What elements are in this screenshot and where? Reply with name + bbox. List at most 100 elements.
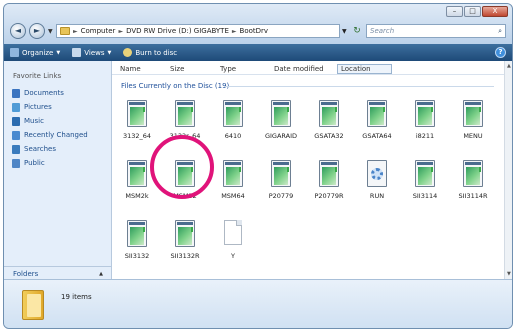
application-icon [223, 100, 243, 127]
burn-label: Burn to disc [135, 48, 178, 57]
file-name: MENU [463, 132, 483, 140]
maximize-button[interactable]: □ [464, 6, 481, 17]
sidebar-item-searches[interactable]: Searches [12, 142, 88, 156]
burn-to-disc-button[interactable]: Burn to disc [123, 48, 177, 57]
file-item-sii3132r[interactable]: SII3132R [163, 217, 207, 267]
folder-icon [60, 27, 70, 35]
breadcrumb-separator-icon[interactable]: ► [73, 28, 78, 35]
recent-pages-chevron-icon[interactable]: ▼ [48, 28, 53, 35]
application-icon [367, 100, 387, 127]
sidebar-item-label: Recently Changed [24, 131, 88, 139]
column-header-location[interactable]: Location [337, 64, 392, 74]
application-icon [415, 160, 435, 187]
search-placeholder: Search [370, 27, 395, 35]
sidebar-item-label: Pictures [24, 103, 52, 111]
file-item-6410[interactable]: 6410 [211, 97, 255, 147]
file-item-sii3114r[interactable]: SII3114R [451, 157, 495, 207]
vertical-scrollbar[interactable]: ▲ ▼ [504, 61, 512, 279]
file-item-gsata64[interactable]: GSATA64 [355, 97, 399, 147]
application-icon [319, 100, 339, 127]
file-item-sii3114[interactable]: SII3114 [403, 157, 447, 207]
file-item-msm64[interactable]: MSM64 [211, 157, 255, 207]
organize-icon [10, 48, 19, 57]
column-header-type[interactable]: Type [220, 65, 236, 73]
folders-label: Folders [13, 269, 39, 278]
file-list-pane: Name Size Type Date modified Location Fi… [112, 61, 512, 279]
sidebar-item-public[interactable]: Public [12, 156, 88, 170]
application-icon [319, 160, 339, 187]
views-icon [72, 48, 82, 57]
file-item-menu[interactable]: MENU [451, 97, 495, 147]
folders-toggle[interactable]: Folders ▲ [4, 266, 112, 280]
breadcrumb-computer[interactable]: Computer [81, 27, 116, 35]
application-icon [175, 160, 195, 187]
file-item-msm32[interactable]: MSM32 [163, 157, 207, 207]
application-icon [415, 100, 435, 127]
file-item-3132-64[interactable]: 3132_64 [115, 97, 159, 147]
organize-button[interactable]: Organize ▼ [10, 48, 60, 57]
file-item-msm2k[interactable]: MSM2k [115, 157, 159, 207]
application-icon [175, 100, 195, 127]
back-button[interactable]: ◄ [10, 23, 26, 39]
file-item-run[interactable]: RUN [355, 157, 399, 207]
application-icon [271, 100, 291, 127]
file-name: SII3114R [458, 192, 488, 200]
file-item-gsata32[interactable]: GSATA32 [307, 97, 351, 147]
sidebar-item-music[interactable]: Music [12, 114, 88, 128]
application-icon [463, 100, 483, 127]
forward-button[interactable]: ► [29, 23, 45, 39]
application-icon [463, 160, 483, 187]
title-bar: – □ X ◄ ► ▼ ► Computer ► DVD RW Drive (D… [4, 4, 512, 44]
search-icon[interactable]: ⌕ [498, 27, 502, 36]
recent-icon [12, 130, 20, 140]
application-icon [127, 220, 147, 247]
public-icon [12, 158, 20, 168]
sidebar-item-label: Music [24, 117, 44, 125]
help-button[interactable]: ? [495, 47, 506, 58]
column-header-name[interactable]: Name [120, 65, 141, 73]
item-count: 19 items [61, 293, 92, 301]
navigation-row: ◄ ► ▼ ► Computer ► DVD RW Drive (D:) GIG… [10, 22, 508, 40]
breadcrumb-dvd-drive[interactable]: DVD RW Drive (D:) GIGABYTE [126, 27, 229, 35]
favorite-links-list: Documents Pictures Music Recently Change… [12, 86, 88, 170]
column-headers: Name Size Type Date modified Location [112, 61, 512, 75]
scroll-down-icon[interactable]: ▼ [507, 271, 511, 277]
navigation-pane: Favorite Links Documents Pictures Music … [4, 61, 112, 279]
scroll-up-icon[interactable]: ▲ [507, 63, 511, 69]
application-icon [127, 100, 147, 127]
group-heading: Files Currently on the Disc (19) [121, 82, 230, 90]
application-icon [271, 160, 291, 187]
file-item-i8211[interactable]: i8211 [403, 97, 447, 147]
address-dropdown-chevron-icon[interactable]: ▼ [342, 28, 347, 35]
file-item-3132r-64[interactable]: 3132r_64 [163, 97, 207, 147]
command-toolbar: Organize ▼ Views ▼ Burn to disc ? [4, 44, 512, 61]
explorer-window: – □ X ◄ ► ▼ ► Computer ► DVD RW Drive (D… [3, 3, 513, 329]
breadcrumb-bootdrv[interactable]: BootDrv [240, 27, 269, 35]
file-item-sii3132[interactable]: SII3132 [115, 217, 159, 267]
breadcrumb-separator-icon[interactable]: ► [118, 28, 123, 35]
chevron-up-icon: ▲ [99, 270, 103, 277]
sidebar-item-label: Searches [24, 145, 57, 153]
file-name: Y [231, 252, 235, 260]
pictures-icon [12, 102, 20, 112]
sidebar-item-documents[interactable]: Documents [12, 86, 88, 100]
favorite-links-heading: Favorite Links [13, 72, 62, 80]
search-input[interactable]: Search ⌕ [366, 24, 506, 38]
sidebar-item-pictures[interactable]: Pictures [12, 100, 88, 114]
file-item-gigaraid[interactable]: GIGARAID [259, 97, 303, 147]
views-button[interactable]: Views ▼ [72, 48, 111, 57]
close-button[interactable]: X [482, 6, 508, 17]
minimize-button[interactable]: – [446, 6, 463, 17]
page-fold-icon [236, 220, 242, 226]
refresh-icon[interactable]: ↻ [351, 25, 363, 37]
column-header-size[interactable]: Size [170, 65, 184, 73]
sidebar-item-recently-changed[interactable]: Recently Changed [12, 128, 88, 142]
file-item-p20779r[interactable]: P20779R [307, 157, 351, 207]
application-icon [223, 160, 243, 187]
disc-icon [123, 48, 133, 57]
breadcrumb-separator-icon[interactable]: ► [232, 28, 237, 35]
file-item-p20779[interactable]: P20779 [259, 157, 303, 207]
column-header-date-modified[interactable]: Date modified [274, 65, 324, 73]
file-item-y[interactable]: Y [211, 217, 255, 267]
address-bar[interactable]: ► Computer ► DVD RW Drive (D:) GIGABYTE … [56, 24, 340, 38]
